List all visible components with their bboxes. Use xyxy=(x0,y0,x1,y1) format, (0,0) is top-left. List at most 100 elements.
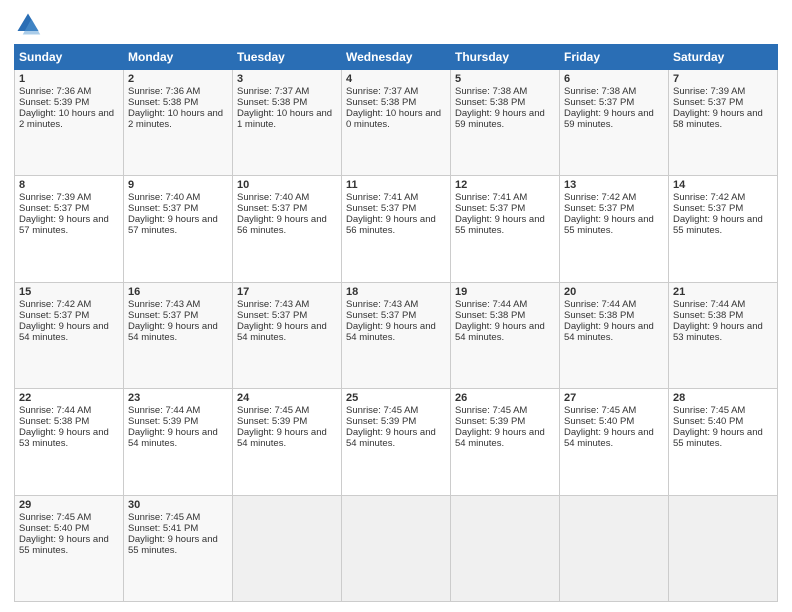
day-number: 29 xyxy=(19,499,119,511)
day-number: 22 xyxy=(19,392,119,404)
sunset-text: Sunset: 5:39 PM xyxy=(128,416,198,427)
sunset-text: Sunset: 5:39 PM xyxy=(346,416,416,427)
sunrise-text: Sunrise: 7:38 AM xyxy=(564,86,636,97)
daylight-text: Daylight: 9 hours and 54 minutes. xyxy=(128,321,218,343)
sunrise-text: Sunrise: 7:36 AM xyxy=(128,86,200,97)
sunrise-text: Sunrise: 7:45 AM xyxy=(19,512,91,523)
sunset-text: Sunset: 5:39 PM xyxy=(455,416,525,427)
sunset-text: Sunset: 5:37 PM xyxy=(19,203,89,214)
day-number: 19 xyxy=(455,286,555,298)
calendar-cell-w1-d1: 1Sunrise: 7:36 AMSunset: 5:39 PMDaylight… xyxy=(15,70,124,176)
calendar-cell-w2-d5: 12Sunrise: 7:41 AMSunset: 5:37 PMDayligh… xyxy=(451,176,560,282)
calendar-cell-w1-d3: 3Sunrise: 7:37 AMSunset: 5:38 PMDaylight… xyxy=(233,70,342,176)
weekday-header-thursday: Thursday xyxy=(451,45,560,70)
calendar-cell-w2-d7: 14Sunrise: 7:42 AMSunset: 5:37 PMDayligh… xyxy=(669,176,778,282)
day-number: 13 xyxy=(564,179,664,191)
sunset-text: Sunset: 5:38 PM xyxy=(455,310,525,321)
day-number: 24 xyxy=(237,392,337,404)
day-number: 12 xyxy=(455,179,555,191)
sunrise-text: Sunrise: 7:45 AM xyxy=(564,405,636,416)
sunrise-text: Sunrise: 7:45 AM xyxy=(237,405,309,416)
daylight-text: Daylight: 10 hours and 2 minutes. xyxy=(19,108,114,130)
weekday-header-friday: Friday xyxy=(560,45,669,70)
calendar-cell-w2-d1: 8Sunrise: 7:39 AMSunset: 5:37 PMDaylight… xyxy=(15,176,124,282)
daylight-text: Daylight: 9 hours and 55 minutes. xyxy=(128,534,218,556)
calendar-cell-w5-d4 xyxy=(342,495,451,601)
calendar-cell-w4-d6: 27Sunrise: 7:45 AMSunset: 5:40 PMDayligh… xyxy=(560,389,669,495)
daylight-text: Daylight: 9 hours and 54 minutes. xyxy=(237,427,327,449)
day-number: 6 xyxy=(564,73,664,85)
day-number: 21 xyxy=(673,286,773,298)
week-row-1: 1Sunrise: 7:36 AMSunset: 5:39 PMDaylight… xyxy=(15,70,778,176)
daylight-text: Daylight: 9 hours and 55 minutes. xyxy=(673,214,763,236)
sunset-text: Sunset: 5:40 PM xyxy=(19,523,89,534)
sunrise-text: Sunrise: 7:40 AM xyxy=(237,192,309,203)
sunrise-text: Sunrise: 7:42 AM xyxy=(673,192,745,203)
daylight-text: Daylight: 9 hours and 54 minutes. xyxy=(564,427,654,449)
page: SundayMondayTuesdayWednesdayThursdayFrid… xyxy=(0,0,792,612)
day-number: 20 xyxy=(564,286,664,298)
daylight-text: Daylight: 9 hours and 54 minutes. xyxy=(455,321,545,343)
logo-icon xyxy=(14,10,42,38)
sunset-text: Sunset: 5:37 PM xyxy=(673,203,743,214)
day-number: 18 xyxy=(346,286,446,298)
calendar-cell-w4-d5: 26Sunrise: 7:45 AMSunset: 5:39 PMDayligh… xyxy=(451,389,560,495)
sunrise-text: Sunrise: 7:39 AM xyxy=(19,192,91,203)
day-number: 16 xyxy=(128,286,228,298)
calendar-cell-w5-d2: 30Sunrise: 7:45 AMSunset: 5:41 PMDayligh… xyxy=(124,495,233,601)
calendar-cell-w3-d2: 16Sunrise: 7:43 AMSunset: 5:37 PMDayligh… xyxy=(124,282,233,388)
daylight-text: Daylight: 9 hours and 57 minutes. xyxy=(19,214,109,236)
week-row-2: 8Sunrise: 7:39 AMSunset: 5:37 PMDaylight… xyxy=(15,176,778,282)
day-number: 25 xyxy=(346,392,446,404)
sunrise-text: Sunrise: 7:40 AM xyxy=(128,192,200,203)
day-number: 10 xyxy=(237,179,337,191)
weekday-header-sunday: Sunday xyxy=(15,45,124,70)
sunrise-text: Sunrise: 7:44 AM xyxy=(455,299,527,310)
sunset-text: Sunset: 5:37 PM xyxy=(346,203,416,214)
sunset-text: Sunset: 5:37 PM xyxy=(237,203,307,214)
sunrise-text: Sunrise: 7:38 AM xyxy=(455,86,527,97)
calendar-cell-w5-d3 xyxy=(233,495,342,601)
sunset-text: Sunset: 5:41 PM xyxy=(128,523,198,534)
daylight-text: Daylight: 9 hours and 55 minutes. xyxy=(673,427,763,449)
day-number: 11 xyxy=(346,179,446,191)
calendar-cell-w3-d5: 19Sunrise: 7:44 AMSunset: 5:38 PMDayligh… xyxy=(451,282,560,388)
sunset-text: Sunset: 5:38 PM xyxy=(128,97,198,108)
calendar-cell-w1-d5: 5Sunrise: 7:38 AMSunset: 5:38 PMDaylight… xyxy=(451,70,560,176)
sunrise-text: Sunrise: 7:37 AM xyxy=(346,86,418,97)
calendar-cell-w5-d6 xyxy=(560,495,669,601)
calendar-cell-w4-d4: 25Sunrise: 7:45 AMSunset: 5:39 PMDayligh… xyxy=(342,389,451,495)
day-number: 3 xyxy=(237,73,337,85)
daylight-text: Daylight: 9 hours and 54 minutes. xyxy=(19,321,109,343)
sunrise-text: Sunrise: 7:39 AM xyxy=(673,86,745,97)
day-number: 9 xyxy=(128,179,228,191)
day-number: 30 xyxy=(128,499,228,511)
day-number: 5 xyxy=(455,73,555,85)
daylight-text: Daylight: 9 hours and 58 minutes. xyxy=(673,108,763,130)
sunset-text: Sunset: 5:37 PM xyxy=(346,310,416,321)
calendar-cell-w1-d7: 7Sunrise: 7:39 AMSunset: 5:37 PMDaylight… xyxy=(669,70,778,176)
sunrise-text: Sunrise: 7:41 AM xyxy=(346,192,418,203)
sunset-text: Sunset: 5:40 PM xyxy=(564,416,634,427)
daylight-text: Daylight: 9 hours and 54 minutes. xyxy=(128,427,218,449)
sunset-text: Sunset: 5:40 PM xyxy=(673,416,743,427)
header xyxy=(14,10,778,38)
calendar-cell-w2-d6: 13Sunrise: 7:42 AMSunset: 5:37 PMDayligh… xyxy=(560,176,669,282)
sunrise-text: Sunrise: 7:42 AM xyxy=(564,192,636,203)
daylight-text: Daylight: 9 hours and 54 minutes. xyxy=(455,427,545,449)
calendar-cell-w2-d2: 9Sunrise: 7:40 AMSunset: 5:37 PMDaylight… xyxy=(124,176,233,282)
calendar-cell-w3-d3: 17Sunrise: 7:43 AMSunset: 5:37 PMDayligh… xyxy=(233,282,342,388)
sunrise-text: Sunrise: 7:45 AM xyxy=(128,512,200,523)
calendar-cell-w3-d1: 15Sunrise: 7:42 AMSunset: 5:37 PMDayligh… xyxy=(15,282,124,388)
sunset-text: Sunset: 5:38 PM xyxy=(455,97,525,108)
sunset-text: Sunset: 5:37 PM xyxy=(564,203,634,214)
sunset-text: Sunset: 5:39 PM xyxy=(19,97,89,108)
daylight-text: Daylight: 9 hours and 56 minutes. xyxy=(237,214,327,236)
calendar-table: SundayMondayTuesdayWednesdayThursdayFrid… xyxy=(14,44,778,602)
sunrise-text: Sunrise: 7:43 AM xyxy=(237,299,309,310)
sunrise-text: Sunrise: 7:43 AM xyxy=(346,299,418,310)
sunrise-text: Sunrise: 7:42 AM xyxy=(19,299,91,310)
calendar-cell-w2-d3: 10Sunrise: 7:40 AMSunset: 5:37 PMDayligh… xyxy=(233,176,342,282)
logo xyxy=(14,10,46,38)
weekday-header-wednesday: Wednesday xyxy=(342,45,451,70)
